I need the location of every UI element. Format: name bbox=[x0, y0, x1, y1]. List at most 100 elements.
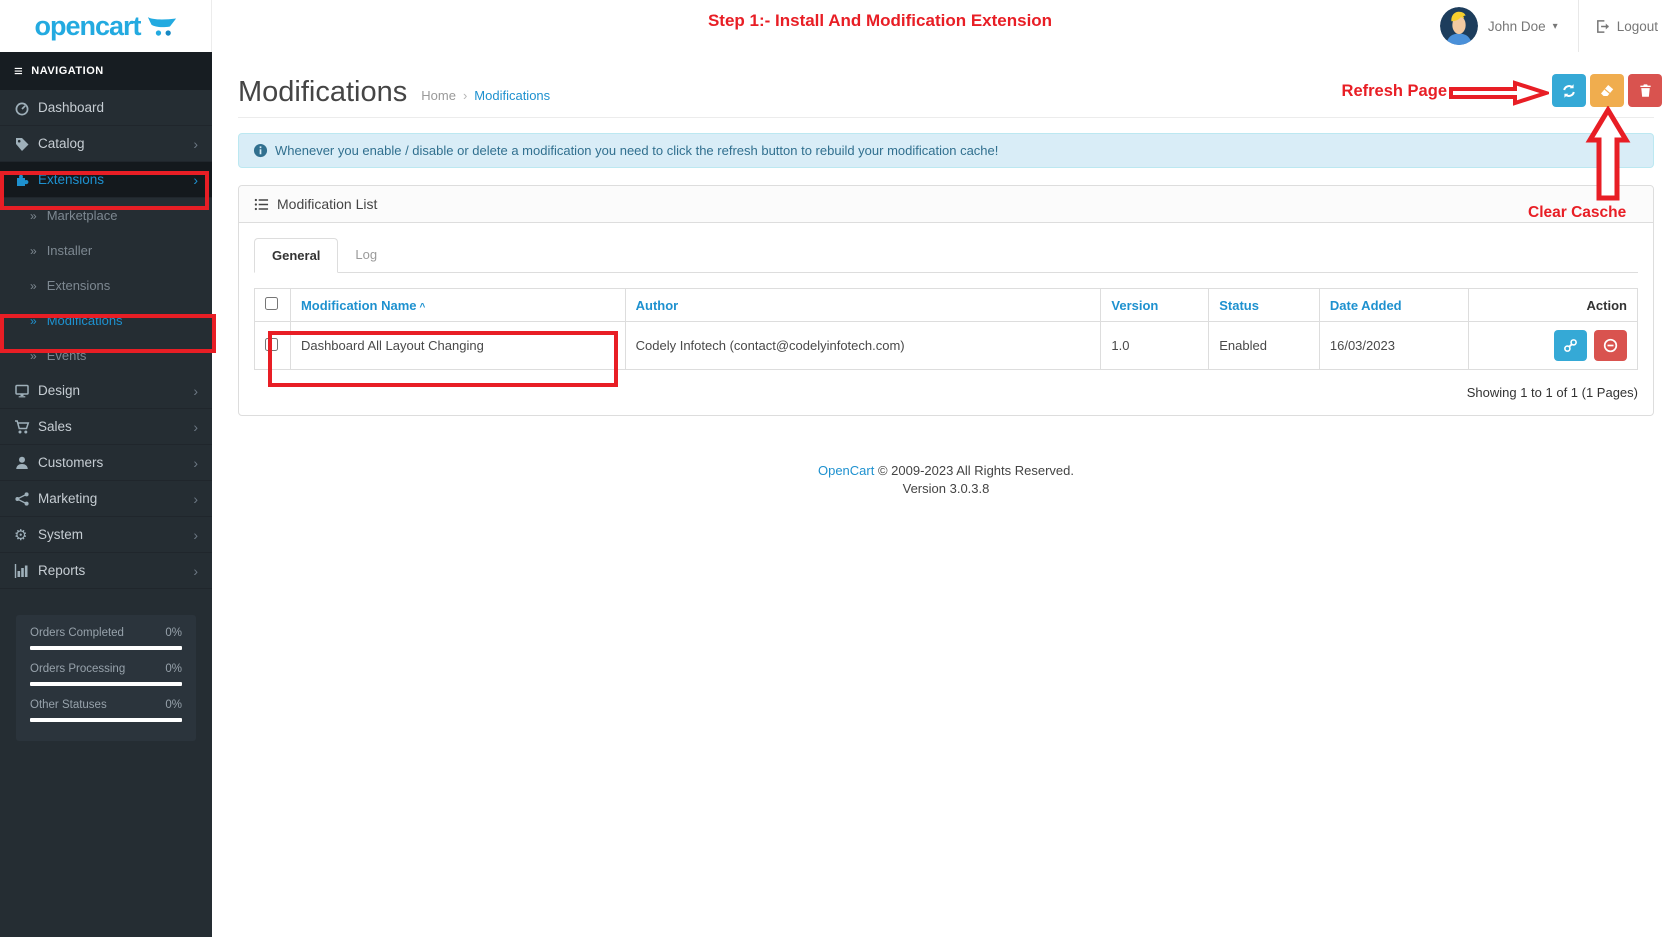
row-select-cell bbox=[254, 321, 291, 370]
logout-label: Logout bbox=[1616, 18, 1658, 34]
sidebar-item-label: Extensions bbox=[46, 278, 111, 293]
user-menu[interactable]: John Doe ▾ bbox=[1488, 19, 1558, 34]
nav-header-label: NAVIGATION bbox=[31, 65, 104, 77]
footer: OpenCart © 2009-2023 All Rights Reserved… bbox=[238, 462, 1654, 497]
sidebar-item-extensions-sub[interactable]: » Extensions bbox=[0, 268, 212, 303]
opencart-logo[interactable]: opencart bbox=[0, 0, 212, 52]
share-icon bbox=[14, 491, 38, 507]
tab-log[interactable]: Log bbox=[338, 238, 394, 272]
chevron-right-icon: › bbox=[193, 382, 198, 399]
sidebar-item-label: Marketing bbox=[38, 491, 98, 506]
sort-asc-icon: ^ bbox=[419, 301, 426, 313]
main-content: Modifications Home › Modifications Whene… bbox=[212, 52, 1680, 937]
sort-link-version[interactable]: Version bbox=[1111, 298, 1158, 313]
chevron-right-icon: › bbox=[193, 454, 198, 471]
alert-text: Whenever you enable / disable or delete … bbox=[275, 143, 999, 158]
row-checkbox[interactable] bbox=[265, 337, 278, 351]
list-icon bbox=[254, 198, 269, 210]
stat-value: 0% bbox=[165, 663, 182, 675]
sort-link-author[interactable]: Author bbox=[636, 298, 679, 313]
breadcrumb-separator-icon: › bbox=[462, 88, 468, 103]
tags-icon bbox=[14, 136, 38, 152]
avatar-image bbox=[1439, 7, 1478, 45]
cell-action bbox=[1468, 321, 1638, 370]
annotation-step-title: Step 1:- Install And Modification Extens… bbox=[707, 11, 1053, 30]
select-all-cell bbox=[254, 288, 291, 322]
sidebar-item-reports[interactable]: Reports › bbox=[0, 553, 212, 589]
trash-icon bbox=[1639, 84, 1651, 97]
submenu-arrow-icon: » bbox=[30, 313, 37, 328]
sidebar-item-label: Catalog bbox=[38, 136, 85, 151]
disable-button[interactable] bbox=[1594, 330, 1627, 361]
stat-other-statuses: Other Statuses 0% bbox=[30, 699, 182, 722]
sidebar-menu: Dashboard Catalog › Extensions › » Marke… bbox=[0, 90, 212, 589]
sidebar-item-customers[interactable]: Customers › bbox=[0, 445, 212, 481]
sidebar-item-dashboard[interactable]: Dashboard bbox=[0, 90, 212, 126]
delete-button[interactable] bbox=[1628, 74, 1662, 107]
hamburger-icon: ≡ bbox=[14, 62, 24, 80]
modification-table: Modification Name ^ Author Version Status… bbox=[254, 288, 1638, 370]
stat-value: 0% bbox=[165, 627, 182, 639]
sidebar-item-installer[interactable]: » Installer bbox=[0, 233, 212, 268]
gear-icon: ⚙ bbox=[14, 526, 28, 544]
sidebar-item-design[interactable]: Design › bbox=[0, 373, 212, 409]
sidebar-item-modifications[interactable]: » Modifications bbox=[0, 303, 212, 338]
page-action-buttons bbox=[1552, 74, 1662, 107]
breadcrumb-modifications[interactable]: Modifications bbox=[474, 88, 550, 103]
user-area: John Doe ▾ Logout bbox=[1439, 0, 1680, 52]
toggle-status-button[interactable] bbox=[1554, 330, 1588, 361]
sidebar-item-marketplace[interactable]: » Marketplace bbox=[0, 198, 212, 233]
sidebar-item-catalog[interactable]: Catalog › bbox=[0, 126, 212, 162]
sidebar-item-label: Dashboard bbox=[38, 100, 105, 115]
chevron-right-icon: › bbox=[193, 526, 198, 543]
pagination-status: Showing 1 to 1 of 1 (1 Pages) bbox=[1466, 385, 1638, 400]
sidebar-item-marketing[interactable]: Marketing › bbox=[0, 481, 212, 517]
cell-date-added: 16/03/2023 bbox=[1318, 321, 1470, 370]
avatar[interactable] bbox=[1439, 7, 1478, 45]
top-header: opencart Step 1:- Install And Modificati… bbox=[0, 0, 1680, 52]
breadcrumb-home[interactable]: Home bbox=[421, 88, 456, 103]
chevron-right-icon: › bbox=[193, 490, 198, 507]
sidebar-nav-header: ≡ NAVIGATION bbox=[0, 52, 212, 90]
sidebar-item-events[interactable]: » Events bbox=[0, 338, 212, 373]
tab-general[interactable]: General bbox=[254, 238, 339, 273]
sidebar-item-label: Sales bbox=[38, 419, 72, 434]
stat-label: Orders Processing bbox=[30, 663, 126, 675]
sidebar-item-extensions[interactable]: Extensions › bbox=[0, 162, 212, 198]
refresh-button[interactable] bbox=[1552, 74, 1586, 107]
sidebar-item-sales[interactable]: Sales › bbox=[0, 409, 212, 445]
order-stats-panel: Orders Completed 0% Orders Processing 0%… bbox=[16, 615, 196, 741]
stat-label: Other Statuses bbox=[30, 699, 107, 711]
tab-bar: General Log bbox=[254, 238, 1638, 273]
logout-button[interactable]: Logout bbox=[1579, 0, 1680, 52]
monitor-icon bbox=[14, 383, 38, 399]
version-text: Version 3.0.3.8 bbox=[902, 480, 990, 496]
sort-link-status[interactable]: Status bbox=[1219, 298, 1259, 313]
panel-heading: Modification List bbox=[239, 186, 1653, 223]
submenu-arrow-icon: » bbox=[30, 208, 37, 223]
modification-list-panel: Modification List General Log Modificati… bbox=[238, 185, 1654, 416]
clear-cache-button[interactable] bbox=[1590, 74, 1624, 107]
cell-status: Enabled bbox=[1208, 321, 1320, 370]
chevron-right-icon: › bbox=[193, 135, 198, 152]
sidebar-item-system[interactable]: ⚙ System › bbox=[0, 517, 212, 553]
chevron-right-icon: › bbox=[193, 418, 198, 435]
sidebar-item-label: Marketplace bbox=[46, 208, 118, 223]
user-icon bbox=[14, 455, 38, 471]
page-header: Modifications Home › Modifications bbox=[238, 52, 1662, 118]
page-title: Modifications bbox=[238, 76, 408, 108]
opencart-cart-icon bbox=[147, 17, 176, 36]
select-all-checkbox[interactable] bbox=[265, 297, 278, 310]
cell-version: 1.0 bbox=[1100, 321, 1210, 370]
puzzle-icon bbox=[14, 172, 38, 188]
opencart-footer-link[interactable]: OpenCart bbox=[818, 463, 874, 478]
gauge-icon bbox=[14, 100, 38, 116]
sort-link-modification-name[interactable]: Modification Name bbox=[301, 298, 417, 313]
caret-down-icon: ▾ bbox=[1552, 20, 1558, 32]
sort-link-date-added[interactable]: Date Added bbox=[1330, 298, 1402, 313]
refresh-icon bbox=[1563, 83, 1575, 98]
panel-body: General Log Modification Name ^ Author V… bbox=[239, 223, 1653, 415]
sidebar-item-label: Installer bbox=[46, 243, 93, 258]
bar-chart-icon bbox=[14, 563, 38, 579]
info-alert: Whenever you enable / disable or delete … bbox=[238, 133, 1654, 168]
